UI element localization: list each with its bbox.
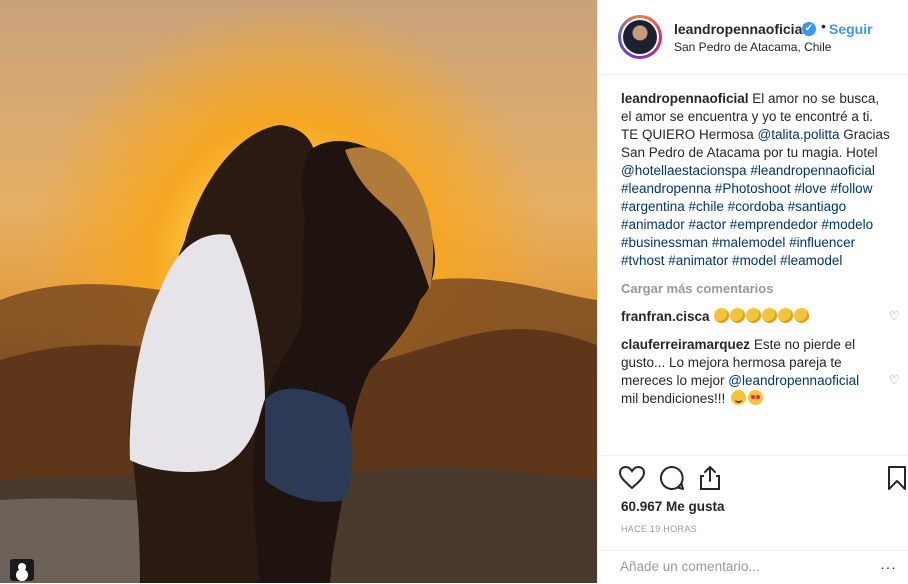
comment-like-icon[interactable]: ♡ (889, 374, 901, 386)
post-caption: leandropennaoficial El amor no se busca,… (621, 90, 893, 270)
comment-author-link[interactable]: franfran.cisca (621, 309, 710, 324)
load-more-comments-button[interactable]: Cargar más comentarios (621, 280, 893, 298)
post-timestamp[interactable]: HACE 19 HORAS (621, 524, 697, 534)
mention-link[interactable]: @talita.politta (758, 127, 840, 142)
comments-section: leandropennaoficial El amor no se busca,… (621, 90, 900, 408)
comment-mention-link[interactable]: @leandropennaoficial (728, 373, 859, 388)
comment-input[interactable] (618, 558, 882, 575)
comment-like-icon[interactable]: ♡ (889, 310, 901, 322)
separator-dot: • (821, 18, 826, 34)
follow-button[interactable]: Seguir (829, 21, 873, 37)
heart-icon[interactable] (618, 464, 646, 492)
clap-emoji-icon (794, 308, 810, 323)
share-icon[interactable] (696, 464, 724, 492)
caption-author-link[interactable]: leandropennaoficial (621, 91, 749, 106)
post-sidebar: leandropennaoficial ✓ • Seguir San Pedro… (597, 0, 908, 583)
verified-icon: ✓ (802, 22, 816, 36)
likes-count[interactable]: 60.967 Me gusta (621, 499, 725, 514)
bookmark-icon[interactable] (883, 464, 908, 492)
heart-eyes-emoji-icon (748, 390, 764, 405)
post-photo[interactable] (0, 0, 597, 583)
clap-emoji-icon (778, 308, 794, 323)
mention-link-hotel[interactable]: @hotellaestacionspa (621, 163, 747, 178)
caption-hashtags[interactable]: #leandropennaoficial #leandropenna #Phot… (621, 163, 875, 268)
clap-emoji-icon (762, 308, 778, 323)
smile-emoji-icon (731, 390, 747, 405)
clap-emoji-icon (730, 308, 746, 323)
add-comment-bar: ··· (598, 550, 908, 584)
post-header: leandropennaoficial ✓ • Seguir San Pedro… (598, 0, 908, 75)
user-tag-icon[interactable] (10, 559, 34, 581)
comment-author-link[interactable]: clauferreiramarquez (621, 337, 750, 352)
avatar[interactable] (618, 15, 662, 59)
comment-text-2: mil bendiciones!!! (621, 391, 730, 406)
clap-emoji-icon (746, 308, 762, 323)
clap-emoji-icon (714, 308, 730, 323)
more-options-icon[interactable]: ··· (880, 559, 897, 575)
location-link[interactable]: San Pedro de Atacama, Chile (674, 40, 831, 54)
comment-icon[interactable] (658, 464, 686, 492)
photo-scene (0, 125, 597, 583)
comment-item: clauferreiramarquez Este no pierde el gu… (621, 336, 900, 408)
username-link[interactable]: leandropennaoficial (674, 21, 806, 37)
comment-item: franfran.cisca ♡ (621, 308, 900, 326)
